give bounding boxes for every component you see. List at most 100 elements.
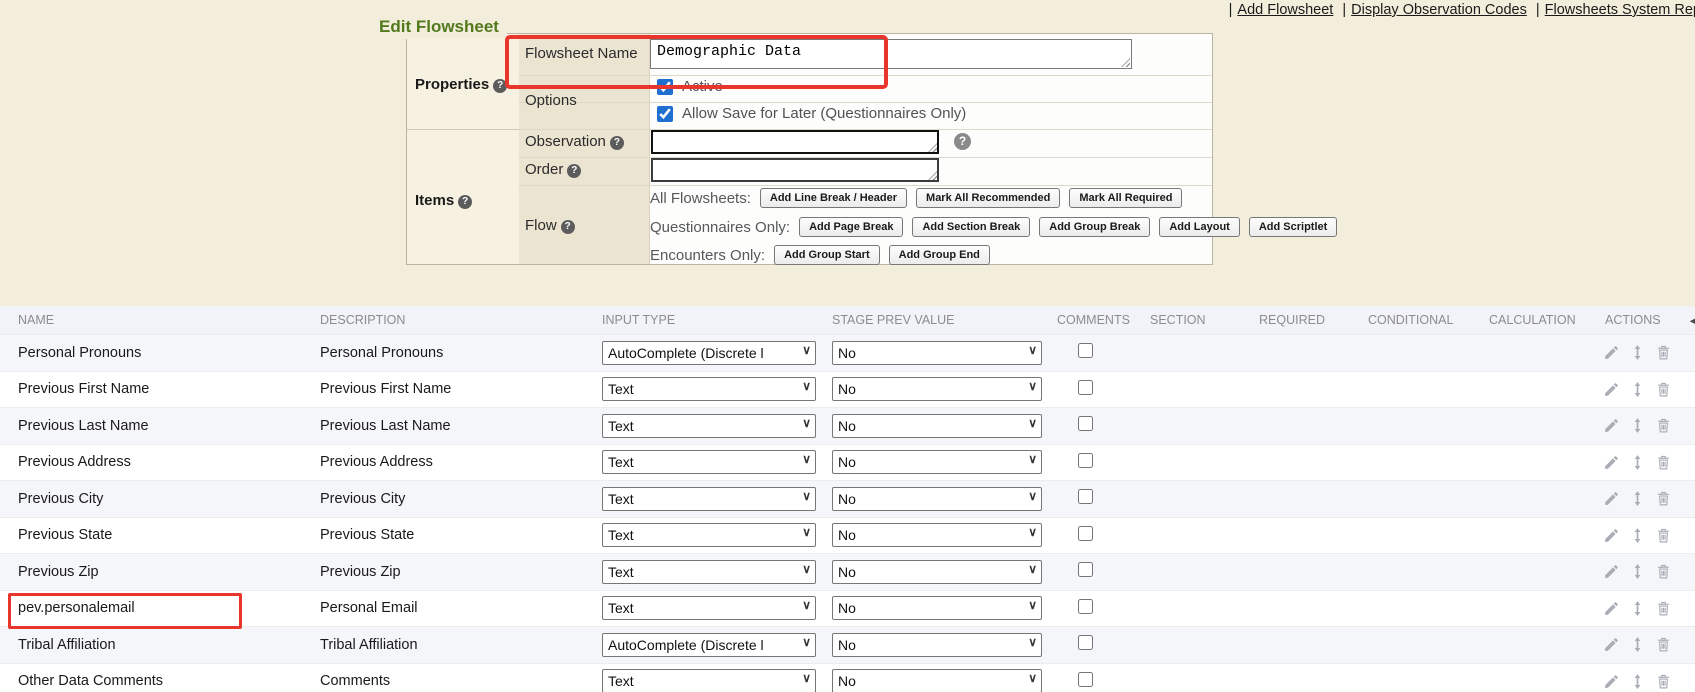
delete-trash-icon[interactable] (1655, 417, 1672, 434)
move-vertical-icon[interactable] (1629, 636, 1646, 653)
input-type-select[interactable]: AutoComplete (Discrete l (602, 633, 816, 657)
input-type-select[interactable]: Text (602, 450, 816, 474)
flowsheets-system-report-link[interactable]: Flowsheets System Rep (1545, 2, 1695, 18)
delete-trash-icon[interactable] (1655, 600, 1672, 617)
help-icon[interactable]: ? (954, 133, 971, 150)
help-icon[interactable]: ? (610, 136, 624, 150)
comments-checkbox[interactable] (1078, 635, 1093, 650)
delete-trash-icon[interactable] (1655, 527, 1672, 544)
edit-pencil-icon[interactable] (1603, 600, 1620, 617)
stage-prev-value-select[interactable]: No (832, 377, 1042, 401)
all-flowsheets-buttons: Add Line Break / Header Mark All Recommen… (760, 188, 1183, 208)
move-vertical-icon[interactable] (1629, 490, 1646, 507)
stage-prev-value-cell: No∨ (814, 377, 1040, 401)
edit-pencil-icon[interactable] (1603, 344, 1620, 361)
clipped-arrow-icon: ◄ (1687, 313, 1695, 328)
button-add-group-end[interactable]: Add Group End (889, 245, 990, 265)
move-vertical-icon[interactable] (1629, 344, 1646, 361)
comments-cell (1040, 416, 1130, 435)
stage-prev-value-select[interactable]: No (832, 560, 1042, 584)
edit-pencil-icon[interactable] (1603, 417, 1620, 434)
button-mark-all-recommended[interactable]: Mark All Recommended (916, 188, 1060, 208)
edit-pencil-icon[interactable] (1603, 527, 1620, 544)
move-vertical-icon[interactable] (1629, 527, 1646, 544)
stage-prev-value-cell: No∨ (814, 414, 1040, 438)
add-flowsheet-link[interactable]: Add Flowsheet (1237, 2, 1333, 18)
stage-prev-value-select[interactable]: No (832, 596, 1042, 620)
allow-save-for-later-checkbox[interactable] (657, 106, 673, 122)
comments-checkbox[interactable] (1078, 380, 1093, 395)
comments-checkbox[interactable] (1078, 562, 1093, 577)
input-type-cell: Text∨ (584, 487, 814, 511)
link-separator: | (1536, 2, 1540, 18)
observation-label-text: Observation (525, 133, 606, 150)
stage-prev-value-select[interactable]: No (832, 523, 1042, 547)
stage-prev-value-select[interactable]: No (832, 669, 1042, 692)
input-type-select[interactable]: AutoComplete (Discrete l (602, 341, 816, 365)
input-type-select[interactable]: Text (602, 523, 816, 547)
edit-pencil-icon[interactable] (1603, 490, 1620, 507)
button-add-group-break[interactable]: Add Group Break (1039, 217, 1150, 237)
help-icon[interactable]: ? (561, 220, 575, 234)
delete-trash-icon[interactable] (1655, 381, 1672, 398)
comments-checkbox[interactable] (1078, 453, 1093, 468)
help-icon[interactable]: ? (493, 79, 507, 93)
move-vertical-icon[interactable] (1629, 600, 1646, 617)
move-vertical-icon[interactable] (1629, 417, 1646, 434)
comments-checkbox[interactable] (1078, 599, 1093, 614)
edit-pencil-icon[interactable] (1603, 563, 1620, 580)
delete-trash-icon[interactable] (1655, 454, 1672, 471)
flowsheet-name-input[interactable]: Demographic Data (650, 39, 1132, 69)
stage-prev-value-select[interactable]: No (832, 633, 1042, 657)
observation-input[interactable] (651, 130, 939, 154)
button-add-section-break[interactable]: Add Section Break (912, 217, 1030, 237)
item-name-cell: Previous Address (0, 445, 302, 481)
input-type-select[interactable]: Text (602, 377, 816, 401)
button-add-scriptlet[interactable]: Add Scriptlet (1249, 217, 1337, 237)
move-vertical-icon[interactable] (1629, 673, 1646, 690)
stage-prev-value-select[interactable]: No (832, 487, 1042, 511)
help-icon[interactable]: ? (567, 164, 581, 178)
edit-pencil-icon[interactable] (1603, 454, 1620, 471)
item-name-cell: Previous Zip (0, 554, 302, 590)
input-type-cell: Text∨ (584, 414, 814, 438)
order-input[interactable] (651, 158, 939, 182)
stage-prev-value-select[interactable]: No (832, 341, 1042, 365)
delete-trash-icon[interactable] (1655, 563, 1672, 580)
button-add-page-break[interactable]: Add Page Break (799, 217, 903, 237)
button-add-line-break-header[interactable]: Add Line Break / Header (760, 188, 907, 208)
colon: : (786, 219, 790, 236)
item-name: Previous Address (18, 454, 131, 470)
stage-prev-value-select[interactable]: No (832, 450, 1042, 474)
comments-checkbox[interactable] (1078, 672, 1093, 687)
active-checkbox[interactable] (657, 79, 673, 95)
edit-pencil-icon[interactable] (1603, 636, 1620, 653)
comments-checkbox[interactable] (1078, 343, 1093, 358)
move-vertical-icon[interactable] (1629, 454, 1646, 471)
input-type-select[interactable]: Text (602, 560, 816, 584)
edit-pencil-icon[interactable] (1603, 673, 1620, 690)
comments-checkbox[interactable] (1078, 416, 1093, 431)
input-type-select[interactable]: Text (602, 414, 816, 438)
move-vertical-icon[interactable] (1629, 381, 1646, 398)
stage-prev-value-select[interactable]: No (832, 414, 1042, 438)
move-vertical-icon[interactable] (1629, 563, 1646, 580)
delete-trash-icon[interactable] (1655, 344, 1672, 361)
comments-checkbox[interactable] (1078, 526, 1093, 541)
button-mark-all-required[interactable]: Mark All Required (1069, 188, 1182, 208)
delete-trash-icon[interactable] (1655, 636, 1672, 653)
group-label-column (407, 34, 520, 264)
comments-checkbox[interactable] (1078, 489, 1093, 504)
delete-trash-icon[interactable] (1655, 490, 1672, 507)
button-add-group-start[interactable]: Add Group Start (774, 245, 880, 265)
button-add-layout[interactable]: Add Layout (1159, 217, 1240, 237)
delete-trash-icon[interactable] (1655, 673, 1672, 690)
edit-pencil-icon[interactable] (1603, 381, 1620, 398)
input-type-select[interactable]: Text (602, 487, 816, 511)
display-observation-codes-link[interactable]: Display Observation Codes (1351, 2, 1527, 18)
input-type-select[interactable]: Text (602, 596, 816, 620)
actions-cell (1595, 527, 1695, 544)
help-icon[interactable]: ? (458, 195, 472, 209)
input-type-select[interactable]: Text (602, 669, 816, 692)
table-row: Previous Address Previous Address Text∨ … (0, 444, 1695, 481)
